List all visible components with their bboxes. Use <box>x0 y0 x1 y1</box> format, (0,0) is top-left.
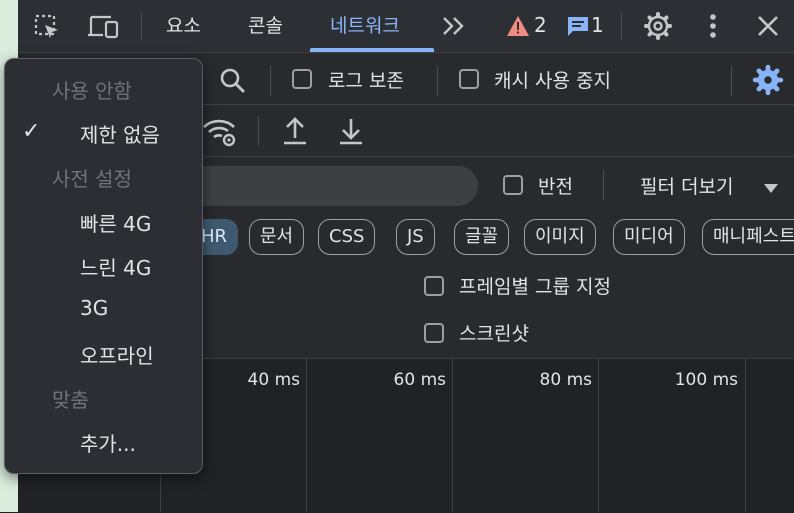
active-tab-indicator <box>310 48 434 52</box>
menu-header-presets: 사전 설정 <box>52 167 132 191</box>
more-options-icon[interactable] <box>700 9 726 43</box>
menu-item-add[interactable]: 추가... <box>80 428 136 457</box>
device-toolbar-icon[interactable] <box>86 10 122 44</box>
network-conditions-wifi-icon[interactable] <box>200 114 240 148</box>
screenshots-label: 스크린샷 <box>459 323 529 345</box>
inspect-element-icon[interactable] <box>30 10 64 44</box>
group-by-frame-checkbox[interactable] <box>424 276 444 296</box>
toolbar-separator <box>258 116 259 146</box>
timeline-gridline <box>452 358 453 512</box>
message-icon[interactable] <box>565 14 591 38</box>
chip-font[interactable]: 글꼴 <box>454 219 510 255</box>
export-har-download-icon[interactable] <box>336 114 366 148</box>
chevron-down-icon[interactable] <box>762 180 780 196</box>
disable-cache-checkbox[interactable] <box>459 69 479 89</box>
chip-manifest[interactable]: 매니페스트 <box>702 219 794 255</box>
menu-header-custom: 맞춤 <box>52 388 89 412</box>
menu-item-slow-4g[interactable]: 느린 4G <box>80 252 151 281</box>
tab-network[interactable]: 네트워크 <box>330 0 400 52</box>
menu-item-3g[interactable]: 3G <box>80 296 108 320</box>
close-icon[interactable] <box>752 10 784 42</box>
timeline-gridline <box>306 358 307 512</box>
menu-header-disabled: 사용 안함 <box>52 79 132 103</box>
screenshots-checkbox[interactable] <box>424 323 444 343</box>
menu-item-fast-4g[interactable]: 빠른 4G <box>80 208 151 237</box>
preserve-log-checkbox[interactable] <box>292 69 312 89</box>
warning-icon[interactable] <box>505 14 531 38</box>
toolbar-separator <box>731 66 732 96</box>
invert-checkbox[interactable] <box>503 175 523 195</box>
tabbar-separator <box>141 12 142 40</box>
chip-media[interactable]: 미디어 <box>613 219 685 255</box>
timeline-gridline <box>745 358 746 512</box>
chip-js[interactable]: JS <box>396 219 435 255</box>
group-by-frame-label: 프레임별 그룹 지정 <box>459 276 611 298</box>
search-icon[interactable] <box>216 64 250 98</box>
toolbar-separator <box>270 66 271 96</box>
settings-gear-icon[interactable] <box>641 9 675 43</box>
preserve-log-label: 로그 보존 <box>328 70 404 92</box>
more-filters-button[interactable]: 필터 더보기 <box>640 172 733 199</box>
warning-count[interactable]: 2 <box>534 13 547 37</box>
menu-item-no-throttling[interactable]: 제한 없음 <box>80 119 160 148</box>
network-settings-gear-icon[interactable] <box>750 62 786 98</box>
chip-document[interactable]: 문서 <box>249 219 305 255</box>
timeline-gridline <box>598 358 599 512</box>
toolbar-separator <box>437 66 438 96</box>
more-tabs-chevron-icon[interactable] <box>438 12 470 40</box>
toolbar-separator <box>603 170 604 200</box>
disable-cache-label: 캐시 사용 중지 <box>494 70 611 92</box>
tab-console[interactable]: 콘솔 <box>248 0 283 52</box>
tab-elements[interactable]: 요소 <box>166 0 201 52</box>
timeline-tick-label: 80 ms <box>539 370 592 390</box>
timeline-tick-label: 60 ms <box>393 370 446 390</box>
checkmark-icon: ✓ <box>22 119 41 144</box>
timeline-tick-label: 100 ms <box>674 370 738 390</box>
tabbar-separator <box>621 12 622 40</box>
devtools-tabbar <box>18 0 794 53</box>
menu-item-offline[interactable]: 오프라인 <box>80 340 154 369</box>
invert-label: 반전 <box>538 176 573 198</box>
chip-css[interactable]: CSS <box>318 219 376 255</box>
timeline-tick-label: 40 ms <box>247 370 300 390</box>
import-har-upload-icon[interactable] <box>280 114 310 148</box>
message-count[interactable]: 1 <box>591 13 604 37</box>
chip-image[interactable]: 이미지 <box>524 219 596 255</box>
